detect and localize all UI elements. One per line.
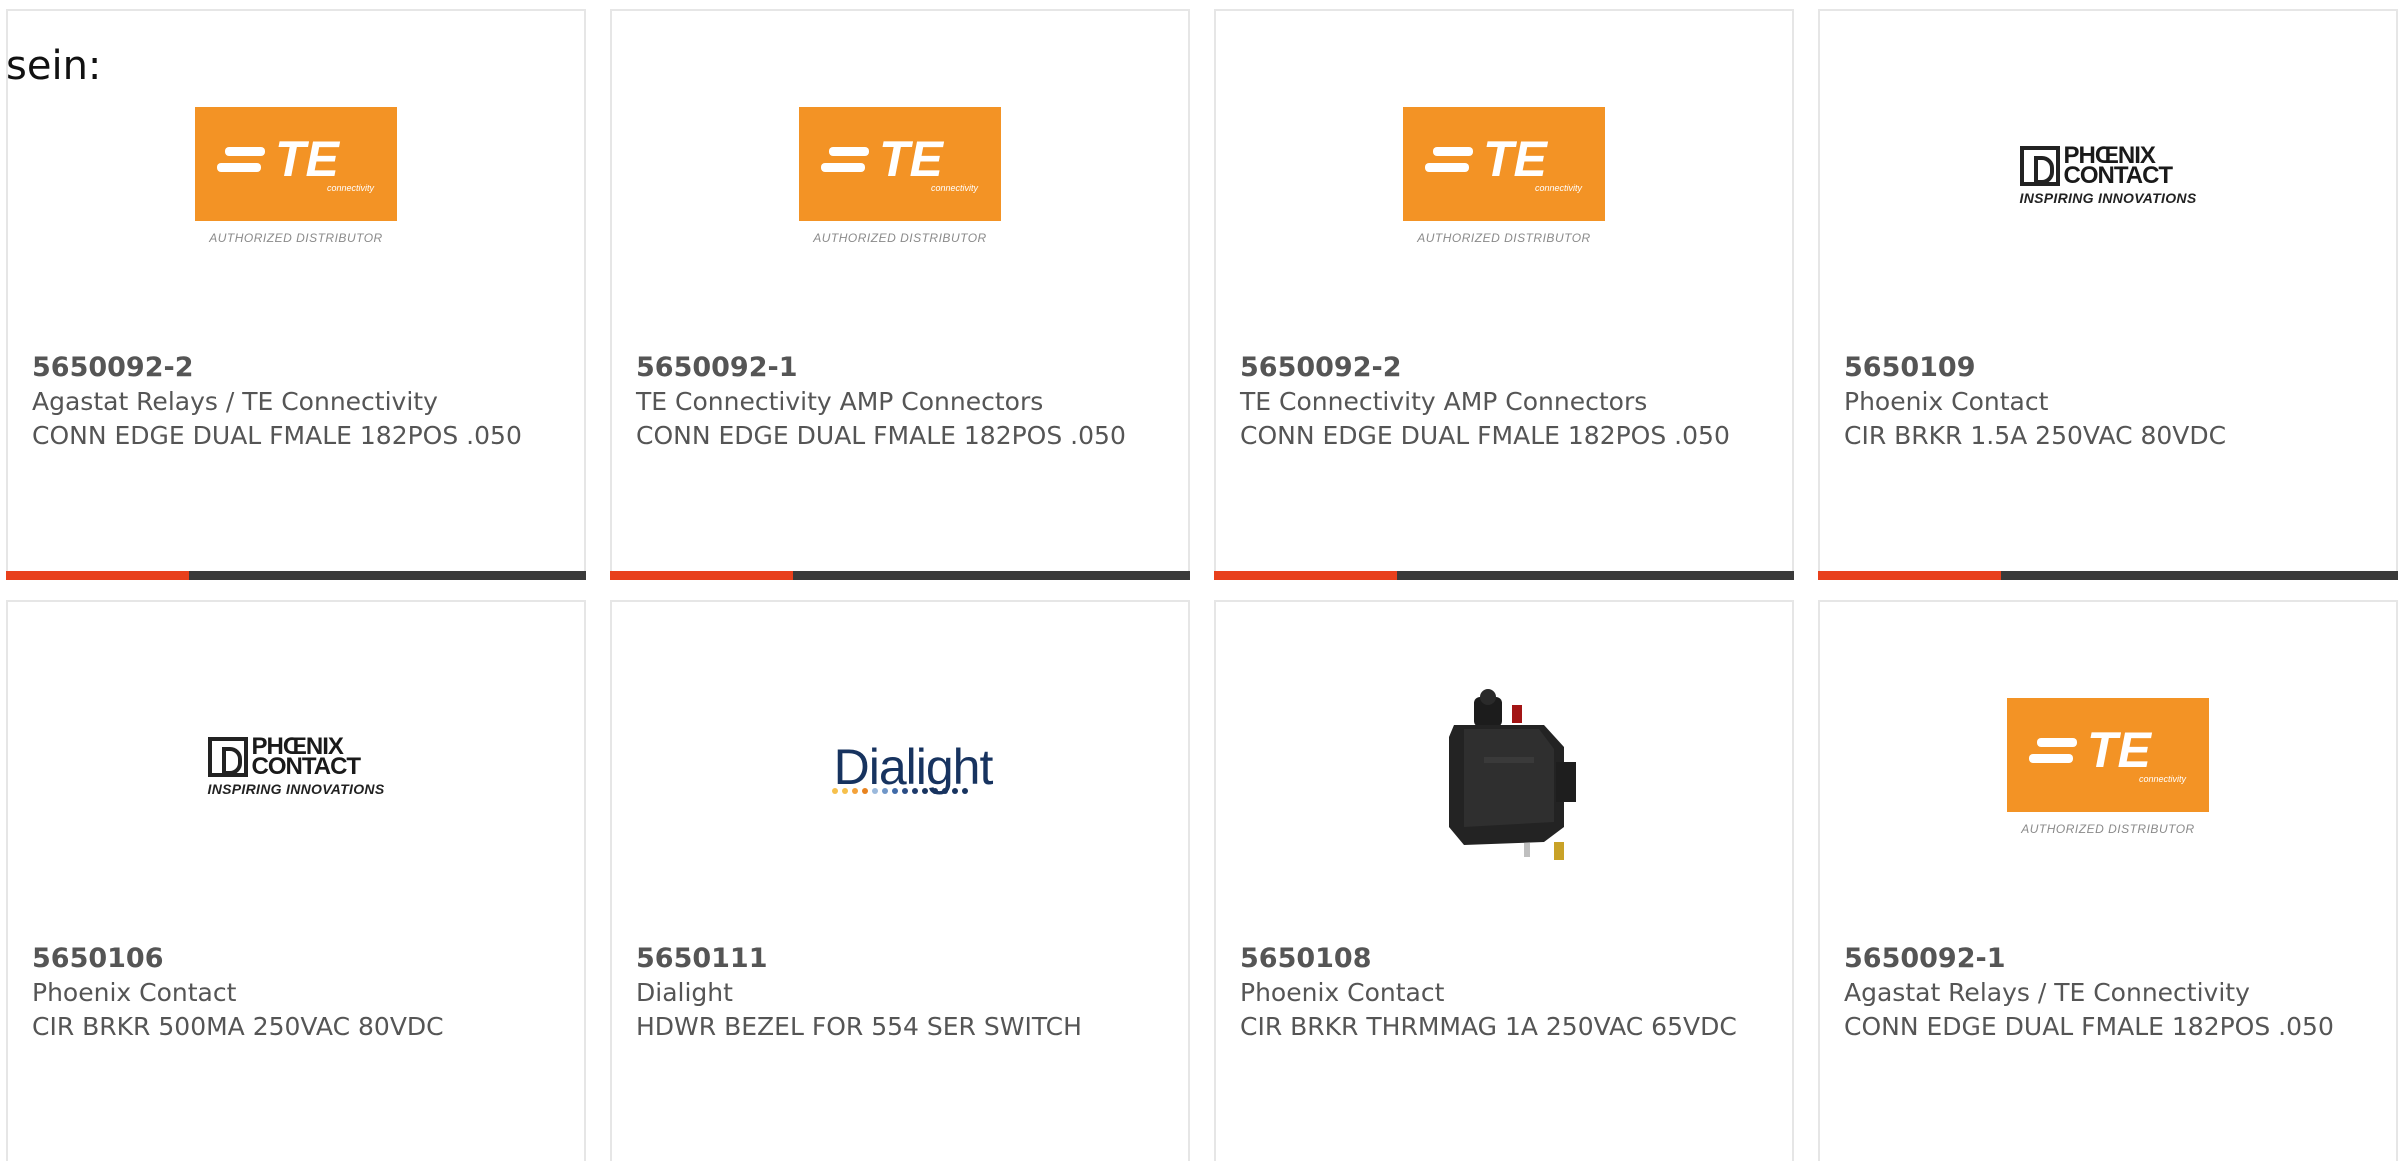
te-connectivity-logo: TE connectivity AUTHORIZED DISTRIBUTOR — [799, 107, 1001, 245]
product-description: CONN EDGE DUAL FMALE 182POS .050 — [1240, 421, 1730, 450]
phoenix-logo-line2: CONTACT — [2063, 162, 2174, 189]
te-connectivity-logo: TE connectivity AUTHORIZED DISTRIBUTOR — [2007, 698, 2209, 836]
te-logo-subtext: connectivity — [931, 183, 979, 193]
product-manufacturer: TE Connectivity AMP Connectors — [636, 387, 1044, 416]
product-card[interactable]: TE connectivity AUTHORIZED DISTRIBUTOR 5… — [1818, 600, 2398, 1161]
product-description: CIR BRKR 500MA 250VAC 80VDC — [32, 1012, 444, 1041]
phoenix-logo-tagline: INSPIRING INNOVATIONS — [2019, 190, 2197, 206]
product-card[interactable]: TE connectivity AUTHORIZED DISTRIBUTOR 5… — [1214, 9, 1794, 580]
product-manufacturer: Agastat Relays / TE Connectivity — [32, 387, 438, 416]
te-logo-text: TE — [275, 131, 341, 187]
product-grid: TE connectivity AUTHORIZED DISTRIBUTOR 5… — [6, 9, 2400, 1161]
product-image[interactable]: Dialight — [612, 602, 1188, 932]
product-info: 5650109 Phoenix Contact CIR BRKR 1.5A 25… — [1844, 351, 2372, 453]
phoenix-mark-icon — [207, 737, 248, 777]
phoenix-mark-icon — [2019, 146, 2060, 186]
product-sku[interactable]: 5650108 — [1240, 942, 1768, 976]
circuit-breaker-image — [1404, 667, 1604, 867]
te-logo-caption: AUTHORIZED DISTRIBUTOR — [2021, 822, 2195, 836]
product-image[interactable]: PHŒNIX CONTACT INSPIRING INNOVATIONS — [8, 602, 584, 932]
te-logo-text: TE — [879, 131, 945, 187]
product-info: 5650106 Phoenix Contact CIR BRKR 500MA 2… — [32, 942, 560, 1044]
product-card[interactable]: TE connectivity AUTHORIZED DISTRIBUTOR 5… — [6, 9, 586, 580]
te-logo-box: TE connectivity — [799, 107, 1001, 221]
dialight-dots-icon — [832, 788, 968, 794]
phoenix-logo-tagline: INSPIRING INNOVATIONS — [207, 781, 385, 797]
te-logo-text: TE — [2087, 722, 2153, 778]
te-connectivity-logo: TE connectivity AUTHORIZED DISTRIBUTOR — [1403, 107, 1605, 245]
te-logo-subtext: connectivity — [327, 183, 375, 193]
product-description: HDWR BEZEL FOR 554 SER SWITCH — [636, 1012, 1082, 1041]
product-manufacturer: Phoenix Contact — [1240, 978, 1445, 1007]
te-logo-text: TE — [1483, 131, 1549, 187]
product-manufacturer: TE Connectivity AMP Connectors — [1240, 387, 1648, 416]
product-sku[interactable]: 5650111 — [636, 942, 1164, 976]
intro-text: sein: — [6, 43, 102, 89]
product-sku[interactable]: 5650109 — [1844, 351, 2372, 385]
product-sku[interactable]: 5650092-2 — [32, 351, 560, 385]
product-card[interactable]: PHŒNIX CONTACT INSPIRING INNOVATIONS 565… — [1818, 9, 2398, 580]
product-image[interactable]: TE connectivity AUTHORIZED DISTRIBUTOR — [1820, 602, 2396, 932]
card-hover-bar — [6, 571, 586, 580]
product-image[interactable] — [1216, 602, 1792, 932]
dialight-logo: Dialight — [808, 740, 993, 794]
product-description: CONN EDGE DUAL FMALE 182POS .050 — [1844, 1012, 2334, 1041]
te-connectivity-logo: TE connectivity AUTHORIZED DISTRIBUTOR — [195, 107, 397, 245]
page: sein: TE connectivity AUTHORIZED DISTRIB… — [0, 0, 2400, 1161]
product-manufacturer: Agastat Relays / TE Connectivity — [1844, 978, 2250, 1007]
te-logo-caption: AUTHORIZED DISTRIBUTOR — [1417, 231, 1591, 245]
te-logo-box: TE connectivity — [195, 107, 397, 221]
te-logo-subtext: connectivity — [2139, 774, 2187, 784]
card-hover-bar-accent — [6, 571, 189, 580]
product-manufacturer: Phoenix Contact — [32, 978, 237, 1007]
dialight-logo-text: Dialight — [833, 739, 994, 795]
product-manufacturer: Dialight — [636, 978, 733, 1007]
product-description: CONN EDGE DUAL FMALE 182POS .050 — [636, 421, 1126, 450]
card-hover-bar-accent — [1818, 571, 2001, 580]
product-description: CONN EDGE DUAL FMALE 182POS .050 — [32, 421, 522, 450]
product-card[interactable]: 5650108 Phoenix Contact CIR BRKR THRMMAG… — [1214, 600, 1794, 1161]
card-hover-bar — [1818, 571, 2398, 580]
product-info: 5650111 Dialight HDWR BEZEL FOR 554 SER … — [636, 942, 1164, 1044]
product-description: CIR BRKR 1.5A 250VAC 80VDC — [1844, 421, 2227, 450]
product-sku[interactable]: 5650106 — [32, 942, 560, 976]
product-info: 5650092-2 TE Connectivity AMP Connectors… — [1240, 351, 1768, 453]
phoenix-logo-line2: CONTACT — [251, 753, 362, 780]
product-sku[interactable]: 5650092-1 — [636, 351, 1164, 385]
te-logo-caption: AUTHORIZED DISTRIBUTOR — [813, 231, 987, 245]
product-card[interactable]: TE connectivity AUTHORIZED DISTRIBUTOR 5… — [610, 9, 1190, 580]
product-card[interactable]: PHŒNIX CONTACT INSPIRING INNOVATIONS 565… — [6, 600, 586, 1161]
te-logo-box: TE connectivity — [2007, 698, 2209, 812]
te-logo-caption: AUTHORIZED DISTRIBUTOR — [209, 231, 383, 245]
phoenix-contact-logo: PHŒNIX CONTACT INSPIRING INNOVATIONS — [207, 735, 385, 797]
product-sku[interactable]: 5650092-2 — [1240, 351, 1768, 385]
product-image[interactable]: TE connectivity AUTHORIZED DISTRIBUTOR — [1216, 11, 1792, 341]
product-info: 5650092-1 TE Connectivity AMP Connectors… — [636, 351, 1164, 453]
product-info: 5650108 Phoenix Contact CIR BRKR THRMMAG… — [1240, 942, 1768, 1044]
product-manufacturer: Phoenix Contact — [1844, 387, 2049, 416]
product-image[interactable]: TE connectivity AUTHORIZED DISTRIBUTOR — [612, 11, 1188, 341]
phoenix-contact-logo: PHŒNIX CONTACT INSPIRING INNOVATIONS — [2019, 144, 2197, 206]
product-description: CIR BRKR THRMMAG 1A 250VAC 65VDC — [1240, 1012, 1737, 1041]
te-logo-subtext: connectivity — [1535, 183, 1583, 193]
card-hover-bar — [1214, 571, 1794, 580]
product-card[interactable]: Dialight 5650111 Dialight HDWR BEZEL FOR… — [610, 600, 1190, 1161]
te-logo-box: TE connectivity — [1403, 107, 1605, 221]
product-sku[interactable]: 5650092-1 — [1844, 942, 2372, 976]
product-info: 5650092-1 Agastat Relays / TE Connectivi… — [1844, 942, 2372, 1044]
card-hover-bar-accent — [1214, 571, 1397, 580]
card-hover-bar-accent — [610, 571, 793, 580]
card-hover-bar — [610, 571, 1190, 580]
product-image[interactable]: PHŒNIX CONTACT INSPIRING INNOVATIONS — [1820, 11, 2396, 341]
product-info: 5650092-2 Agastat Relays / TE Connectivi… — [32, 351, 560, 453]
